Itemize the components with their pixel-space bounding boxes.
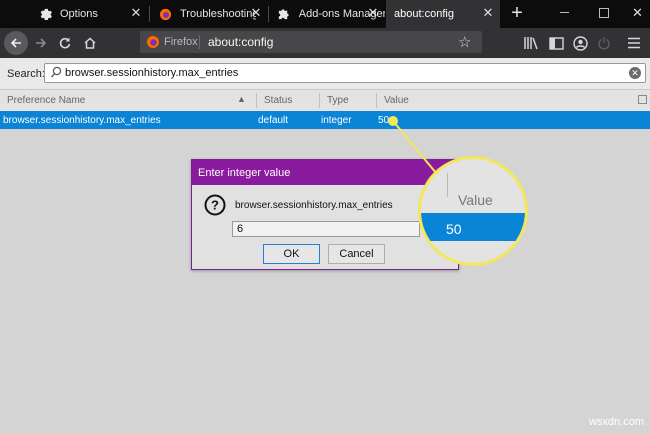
magnified-column-separator: [447, 173, 448, 197]
magnified-value: 50: [446, 221, 462, 237]
callout-connector: [388, 116, 447, 186]
callout-magnifier: Value 50: [418, 156, 528, 266]
magnified-row: [421, 213, 525, 241]
callout-anchor-dot: [388, 116, 398, 126]
watermark-text: wsxdn.com: [588, 416, 644, 428]
magnified-value-header: Value: [458, 192, 493, 208]
